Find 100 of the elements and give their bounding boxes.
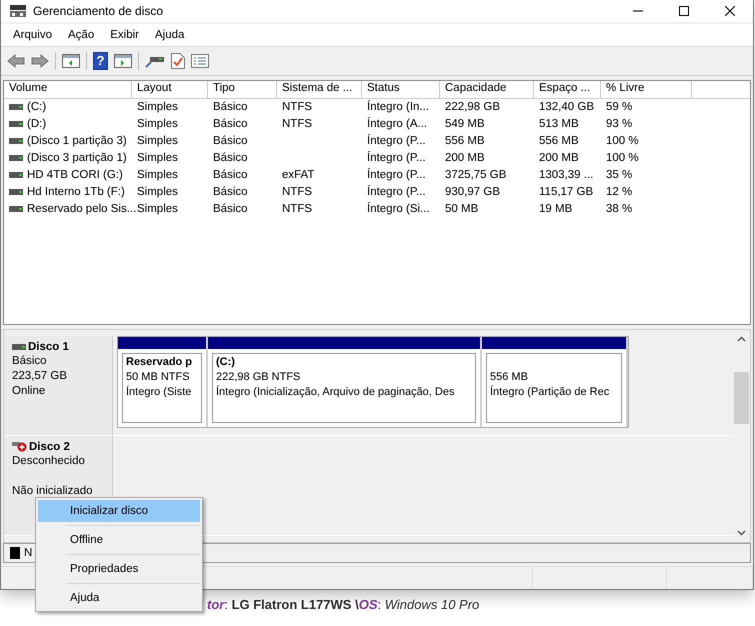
table-cell: Básico [213, 118, 248, 130]
table-cell: Reservado pelo Sis... [27, 203, 136, 216]
partition-detail: Íntegro (Partição de Rec [490, 386, 610, 400]
table-cell: Básico [213, 203, 248, 216]
close-icon [725, 6, 735, 16]
table-cell: Básico [213, 152, 248, 164]
list-icon[interactable] [191, 54, 209, 68]
table-cell: 35 % [606, 169, 632, 182]
table-cell: 115,17 GB [539, 186, 594, 198]
table-cell: 200 MB [445, 152, 485, 164]
partition-detail: Íntegro (Siste [126, 386, 192, 400]
table-cell: NTFS [282, 186, 312, 198]
drive-icon [9, 189, 23, 196]
column-header[interactable]: Layout [132, 80, 208, 98]
column-header[interactable]: Status [362, 80, 440, 98]
menu-item[interactable]: Exibir [102, 26, 147, 43]
partition-title: (C:) [216, 356, 235, 368]
table-cell: exFAT [282, 169, 314, 182]
table-cell: 12 % [606, 186, 632, 198]
column-header[interactable]: % Livre [601, 80, 692, 98]
table-cell: 1303,39 ... [539, 169, 594, 182]
table-cell: 50 MB [445, 203, 478, 216]
context-menu-item[interactable]: Inicializar disco [38, 500, 200, 522]
page-text: tor [207, 597, 224, 612]
table-cell: 38 % [606, 203, 632, 216]
table-cell: Íntegro (P... [367, 169, 426, 182]
legend-label: N [24, 547, 32, 560]
table-cell: Íntegro (P... [367, 135, 426, 148]
table-cell: 59 % [606, 101, 632, 114]
table-cell: Básico [213, 101, 248, 114]
table-cell: Íntegro (P... [367, 152, 426, 164]
table-cell: HD 4TB CORI (G:) [27, 169, 123, 182]
menu-item[interactable]: Arquivo [5, 26, 60, 43]
disk-name: Disco 2 [29, 440, 70, 453]
disk-name: Disco 1 [28, 340, 69, 353]
action-pane-icon[interactable] [114, 54, 132, 68]
drive-icon [12, 344, 26, 350]
table-cell: 3725,75 GB [445, 169, 506, 182]
console-tree-icon[interactable] [62, 54, 80, 68]
column-header[interactable]: Sistema de ... [277, 80, 362, 98]
table-cell: 93 % [606, 118, 632, 130]
table-cell: Íntegro (Si... [367, 203, 430, 216]
column-header[interactable]: Tipo [208, 80, 277, 98]
help-icon[interactable]: ? [93, 52, 108, 70]
drive-icon [9, 104, 23, 110]
menu-item[interactable]: Ajuda [146, 26, 192, 43]
table-cell: 222,98 GB [445, 101, 500, 114]
table-cell: Íntegro (P... [367, 186, 426, 198]
drive-icon [9, 155, 23, 162]
column-header[interactable]: Capacidade [440, 80, 534, 98]
drive-icon [9, 172, 23, 178]
table-cell: NTFS [282, 203, 312, 216]
page-text: : [378, 597, 382, 612]
page-text: OS [358, 597, 378, 612]
drive-icon [9, 206, 23, 212]
back-arrow-icon[interactable] [7, 54, 25, 68]
table-cell: 100 % [606, 135, 639, 148]
table-cell: Básico [213, 135, 248, 148]
table-cell: 549 MB [445, 118, 485, 130]
table-cell: Íntegro (A... [367, 118, 428, 130]
maximize-icon [679, 6, 689, 16]
table-cell: Simples [137, 118, 178, 130]
page-text: LG Flatron L177WS \ [232, 597, 359, 612]
table-cell: Simples [137, 101, 178, 114]
context-menu-item[interactable]: Propriedades [38, 558, 200, 580]
column-header[interactable]: Volume [4, 80, 132, 98]
table-cell: 556 MB [539, 135, 579, 148]
partition-detail: 556 MB [490, 371, 529, 386]
table-cell: (Disco 1 partição 3) [27, 135, 127, 148]
table-cell: Simples [137, 203, 178, 216]
table-cell: Básico [213, 169, 248, 182]
disk-detail: Não inicializado [12, 484, 94, 500]
disk-info-panel[interactable]: Disco 1 Básico 223,57 GB Online [4, 336, 113, 436]
table-cell: 100 % [606, 152, 639, 164]
partition-title: Reservado p [126, 356, 192, 368]
scroll-thumb[interactable] [734, 372, 749, 424]
table-cell: Básico [213, 186, 248, 198]
partition-detail: 50 MB NTFS [126, 371, 191, 386]
disk-detail: Desconhecido [12, 454, 86, 470]
table-cell: (Disco 3 partição 1) [27, 152, 127, 164]
page-text: Windows 10 Pro [384, 597, 480, 612]
table-cell: (C:) [27, 101, 46, 114]
table-cell: 513 MB [539, 118, 579, 130]
partition-detail: Íntegro (Inicialização, Arquivo de paginação, Des [216, 386, 456, 400]
table-cell: 556 MB [445, 135, 485, 148]
table-cell: 930,97 GB [445, 186, 500, 198]
scroll-down-icon[interactable] [737, 530, 746, 536]
table-cell: Simples [137, 186, 178, 198]
table-cell: NTFS [282, 118, 312, 130]
checklist-document-icon[interactable] [171, 52, 185, 69]
drive-icon [9, 138, 23, 144]
table-cell: 200 MB [539, 152, 579, 164]
disk-detail: Online [12, 384, 46, 400]
context-menu-item[interactable]: Ajuda [38, 587, 200, 609]
menu-item[interactable]: Ação [60, 26, 102, 43]
scroll-up-icon[interactable] [737, 336, 746, 342]
page-text: : [224, 597, 229, 612]
forward-arrow-icon[interactable] [31, 54, 49, 68]
table-cell: (D:) [27, 118, 46, 130]
column-header[interactable]: Espaço ... [534, 80, 601, 98]
